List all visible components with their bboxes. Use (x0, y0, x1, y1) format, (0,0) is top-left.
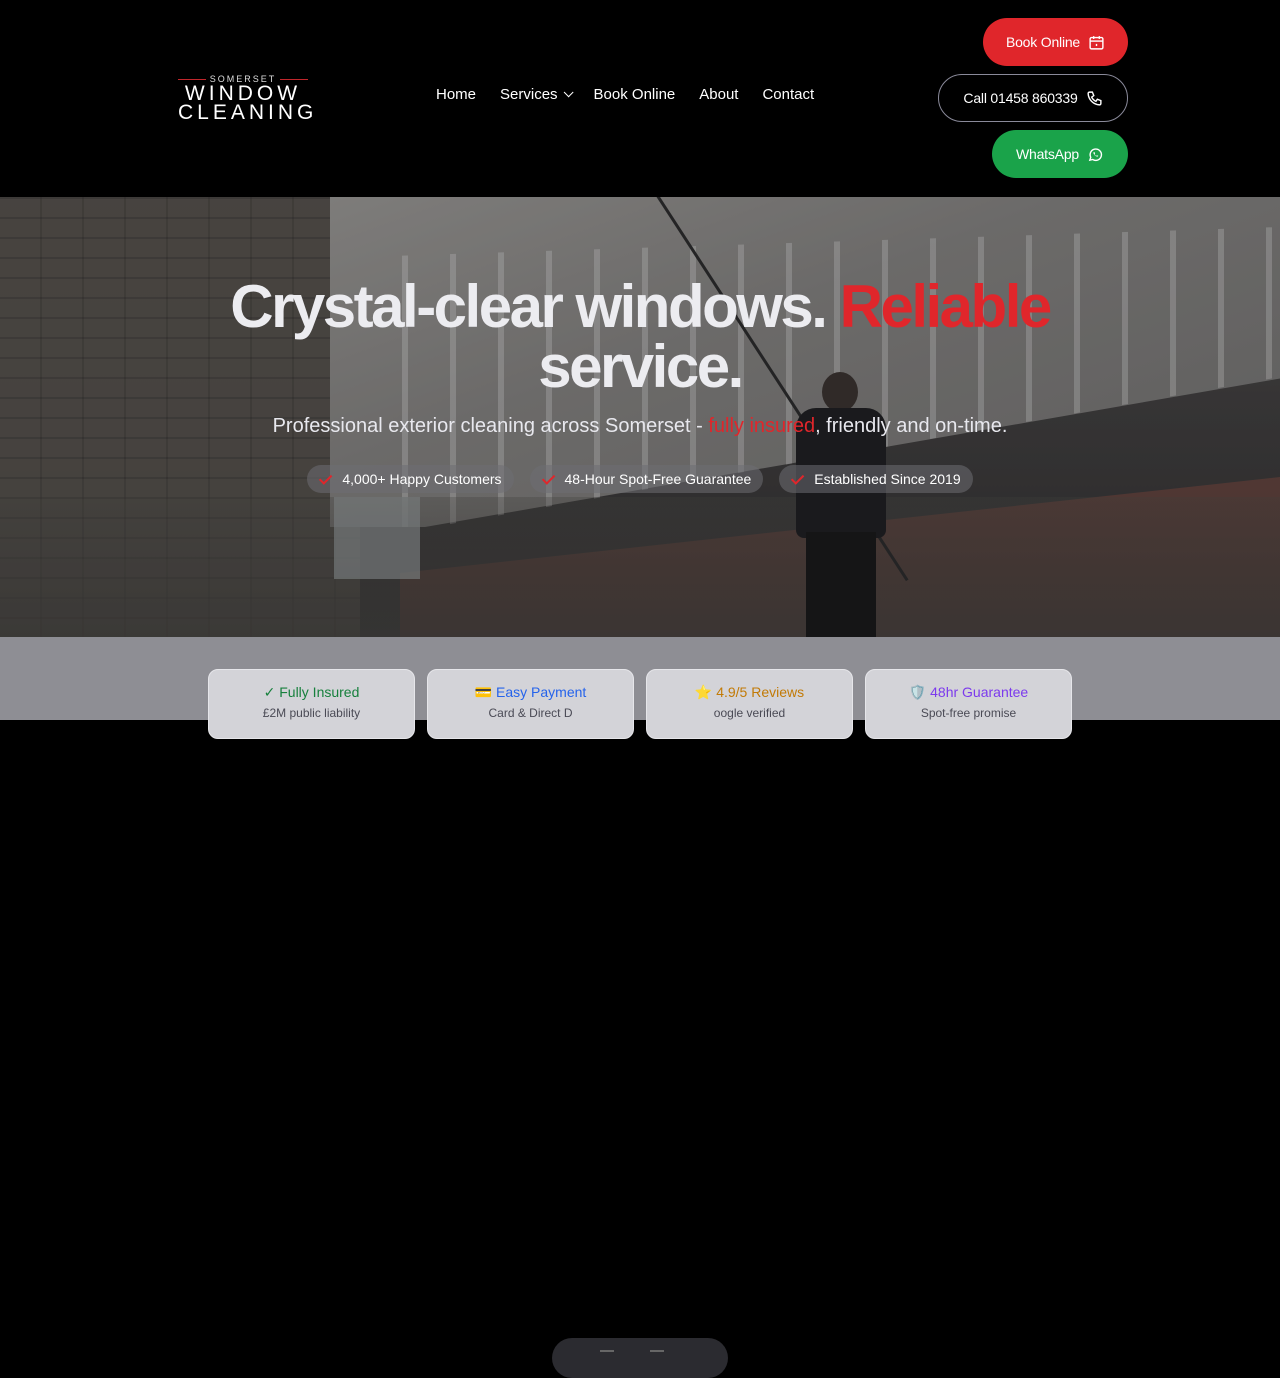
feature-card-insured: ✓ Fully Insured £2M public liability (208, 669, 415, 739)
main-nav: Home Services Book Online About Contact (436, 86, 814, 103)
book-online-label: Book Online (1005, 34, 1081, 50)
feature-title: ⭐ 4.9/5 Reviews (647, 684, 852, 701)
check-icon: ✓ (263, 684, 276, 700)
hero-title-main: Crystal-clear windows. (230, 273, 840, 340)
logo[interactable]: SOMERSET WINDOW CLEANING (178, 74, 318, 124)
call-button[interactable]: Call 01458 860339 (938, 74, 1128, 122)
hero-subtitle-accent: fully insured (708, 415, 816, 437)
book-online-button[interactable]: Book Online (983, 18, 1128, 66)
hero-subtitle-start: Professional exterior cleaning across So… (272, 415, 709, 437)
feature-title: 💳 Easy Payment (428, 684, 633, 701)
hero-title: Crystal-clear windows. Reliable service. (0, 277, 1280, 397)
feature-title-text: 4.9/5 Reviews (716, 684, 805, 700)
feature-card-payment: 💳 Easy Payment Card & Direct D (427, 669, 634, 739)
nav-book-online[interactable]: Book Online (594, 86, 676, 103)
nav-about-label: About (699, 86, 739, 103)
hero-title-accent: Reliable (839, 273, 1053, 340)
feature-card-guarantee: 🛡️ 48hr Guarantee Spot-free promise (865, 669, 1072, 739)
feature-title-text: Easy Payment (496, 684, 587, 700)
phone-icon (1086, 90, 1102, 106)
calendar-icon (1089, 35, 1104, 50)
feature-title-text: 48hr Guarantee (930, 684, 1029, 700)
nav-home-label: Home (436, 86, 477, 103)
check-icon (319, 470, 333, 485)
whatsapp-icon (1088, 147, 1103, 161)
nav-services-label: Services (500, 86, 558, 103)
feature-desc: oogle verified (713, 706, 786, 720)
logo-line-2: CLEANING (178, 101, 318, 124)
star-icon: ⭐ (694, 684, 713, 700)
floating-action-bar[interactable] (552, 1338, 728, 1378)
feature-desc: Spot-free promise (920, 706, 1017, 720)
nav-home[interactable]: Home (436, 86, 476, 103)
hero-section: Crystal-clear windows. Reliable service.… (0, 197, 1280, 637)
nav-about[interactable]: About (699, 86, 738, 103)
feature-desc: Card & Direct D (488, 706, 573, 720)
shield-icon: 🛡️ (908, 684, 927, 700)
floating-bar-icon[interactable] (600, 1350, 614, 1352)
trust-badge: Established Since 2019 (779, 465, 973, 493)
feature-desc: £2M public liability (262, 706, 361, 720)
call-label: Call 01458 860339 (963, 90, 1078, 106)
nav-services[interactable]: Services (500, 86, 574, 103)
trust-badge: 4,000+ Happy Customers (307, 465, 514, 493)
whatsapp-label: WhatsApp (1016, 146, 1079, 162)
trust-badge-label: 4,000+ Happy Customers (342, 471, 502, 487)
nav-contact[interactable]: Contact (762, 86, 814, 103)
check-icon (541, 470, 555, 485)
check-icon (791, 470, 805, 485)
chevron-down-icon (563, 87, 574, 98)
hero-subtitle-end: , friendly and on-time. (815, 415, 1008, 437)
trust-badges: 4,000+ Happy Customers 48-Hour Spot-Free… (0, 465, 1280, 493)
hero-title-end: service. (538, 333, 744, 400)
site-header: SOMERSET WINDOW CLEANING Home Services B… (0, 0, 1280, 197)
trust-badge: 48-Hour Spot-Free Guarantee (529, 465, 764, 493)
hero-subtitle: Professional exterior cleaning across So… (0, 415, 1280, 438)
feature-title: ✓ Fully Insured (209, 684, 414, 701)
trust-badge-label: Established Since 2019 (814, 471, 961, 487)
feature-card-reviews: ⭐ 4.9/5 Reviews oogle verified (646, 669, 853, 739)
nav-book-label: Book Online (593, 86, 676, 103)
credit-card-icon: 💳 (474, 684, 493, 700)
nav-contact-label: Contact (762, 86, 815, 103)
feature-title-text: Fully Insured (279, 684, 360, 700)
floating-bar-icon[interactable] (650, 1350, 664, 1352)
features-band: ✓ Fully Insured £2M public liability 💳 E… (0, 637, 1280, 1378)
feature-title: 🛡️ 48hr Guarantee (866, 684, 1071, 701)
whatsapp-button[interactable]: WhatsApp (992, 130, 1128, 178)
trust-badge-label: 48-Hour Spot-Free Guarantee (564, 471, 752, 487)
